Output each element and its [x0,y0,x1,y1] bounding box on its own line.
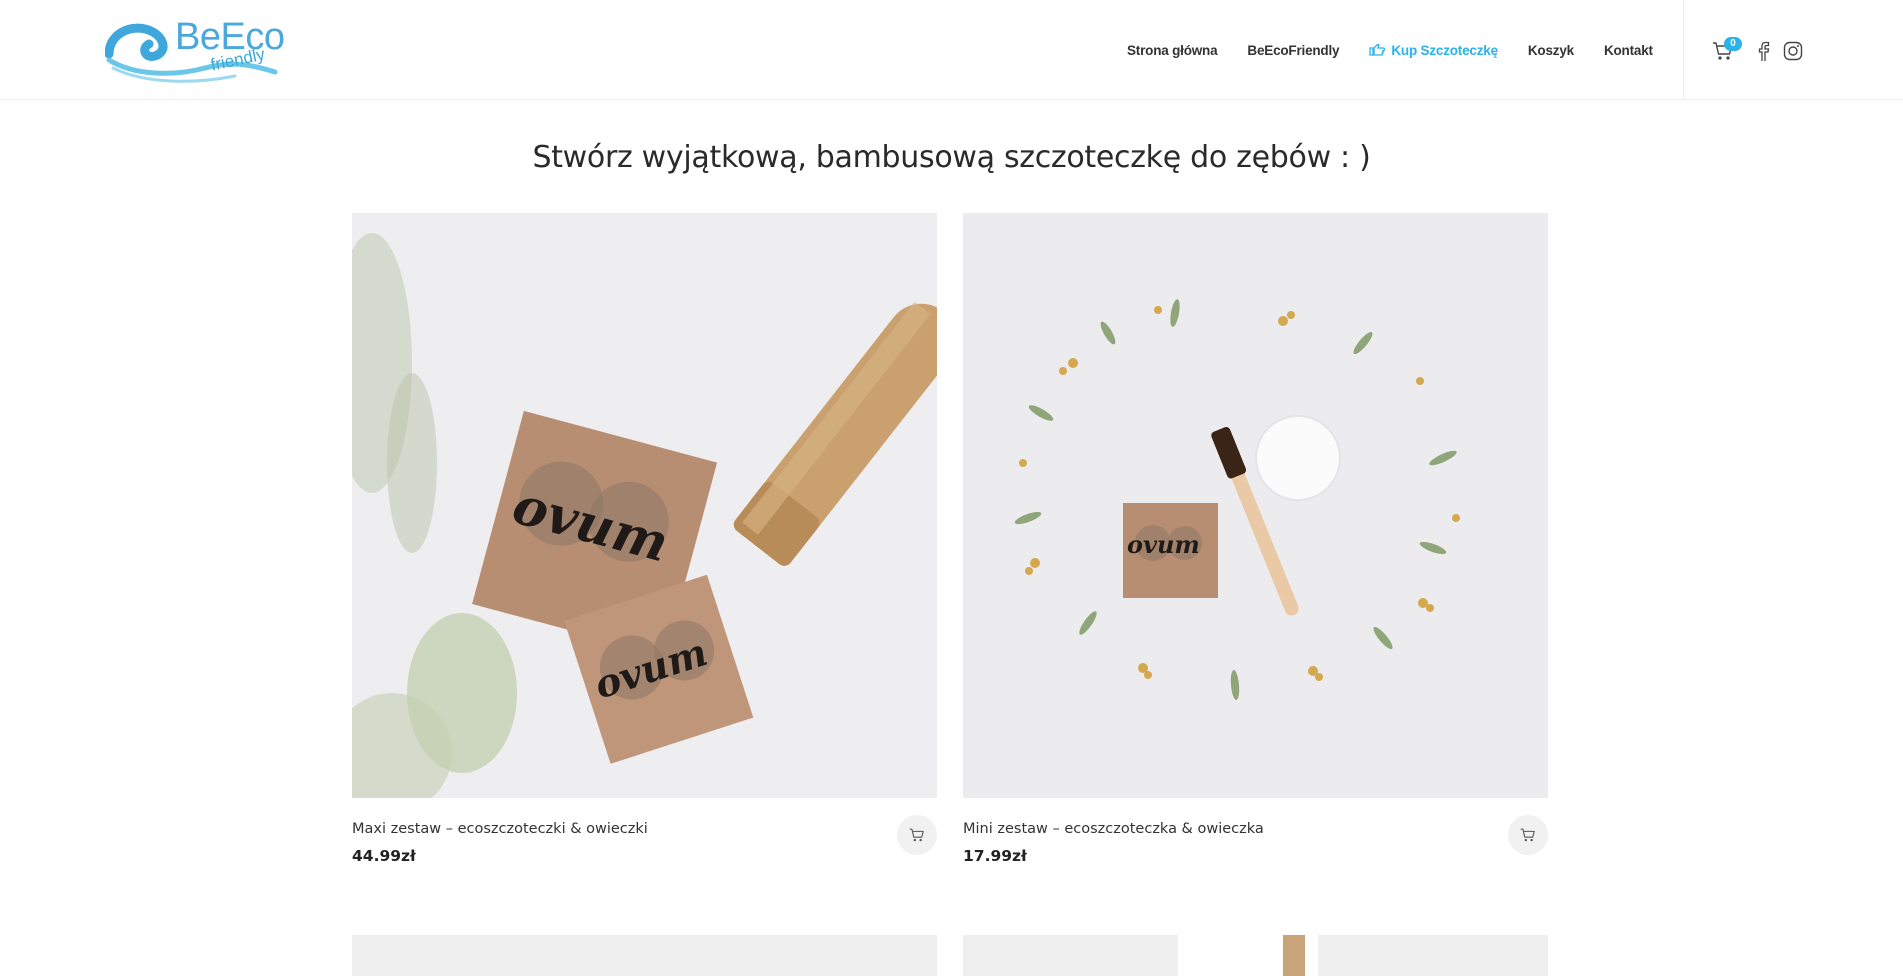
add-to-cart-icon [1520,828,1535,842]
product-card[interactable]: ovum ovum Maxi zestaw – ecoszczoteczki &… [352,213,937,865]
product-image[interactable]: ovum [963,213,1548,798]
product-card[interactable]: ovum Mini zestaw – ecoszczoteczka & owie… [963,213,1548,865]
product-image[interactable] [352,935,937,976]
beeco-logo[interactable]: BeEco friendly [105,14,285,86]
nav-item-beecofriendly[interactable]: BeEcoFriendly [1247,43,1339,58]
main-nav: Strona główna BeEcoFriendly Kup Szczotec… [1127,40,1683,60]
nav-item-label: Kontakt [1603,42,1653,58]
product-name[interactable]: Mini zestaw – ecoszczoteczka & owieczka [963,821,1264,837]
instagram-icon[interactable] [1783,41,1803,61]
nav-item-shop[interactable]: Kup Szczoteczkę [1369,43,1498,58]
cart-count-badge: 0 [1724,37,1742,51]
nav-item-label: Strona główna [1127,42,1218,58]
nav-item-label: Kup Szczoteczkę [1391,42,1498,58]
product-image-detail [1283,935,1305,976]
nav-item-label: BeEcoFriendly [1247,42,1340,58]
nav-item-home[interactable]: Strona główna [1127,42,1218,58]
product-image[interactable]: ovum ovum [352,213,937,798]
product-name[interactable]: Maxi zestaw – ecoszczoteczki & owieczki [352,821,648,837]
hand-pointer-icon [1369,43,1386,56]
site-header: BeEco friendly Strona główna BeEcoFriend… [0,0,1903,100]
page-title: Stwórz wyjątkową, bambusową szczoteczkę … [532,140,1371,175]
card-logo-text: ovum [1127,530,1200,559]
product-price: 44.99zł [352,847,416,865]
add-to-cart-button[interactable] [1508,815,1548,855]
add-to-cart-icon [909,828,924,842]
product-image[interactable] [963,935,1548,976]
header-divider [1683,0,1684,100]
nav-item-contact[interactable]: Kontakt [1604,43,1653,58]
nav-item-cart[interactable]: Koszyk [1528,43,1574,58]
add-to-cart-button[interactable] [897,815,937,855]
product-price: 17.99zł [963,847,1027,865]
facebook-icon[interactable] [1756,40,1770,62]
nav-item-label: Koszyk [1527,42,1574,58]
